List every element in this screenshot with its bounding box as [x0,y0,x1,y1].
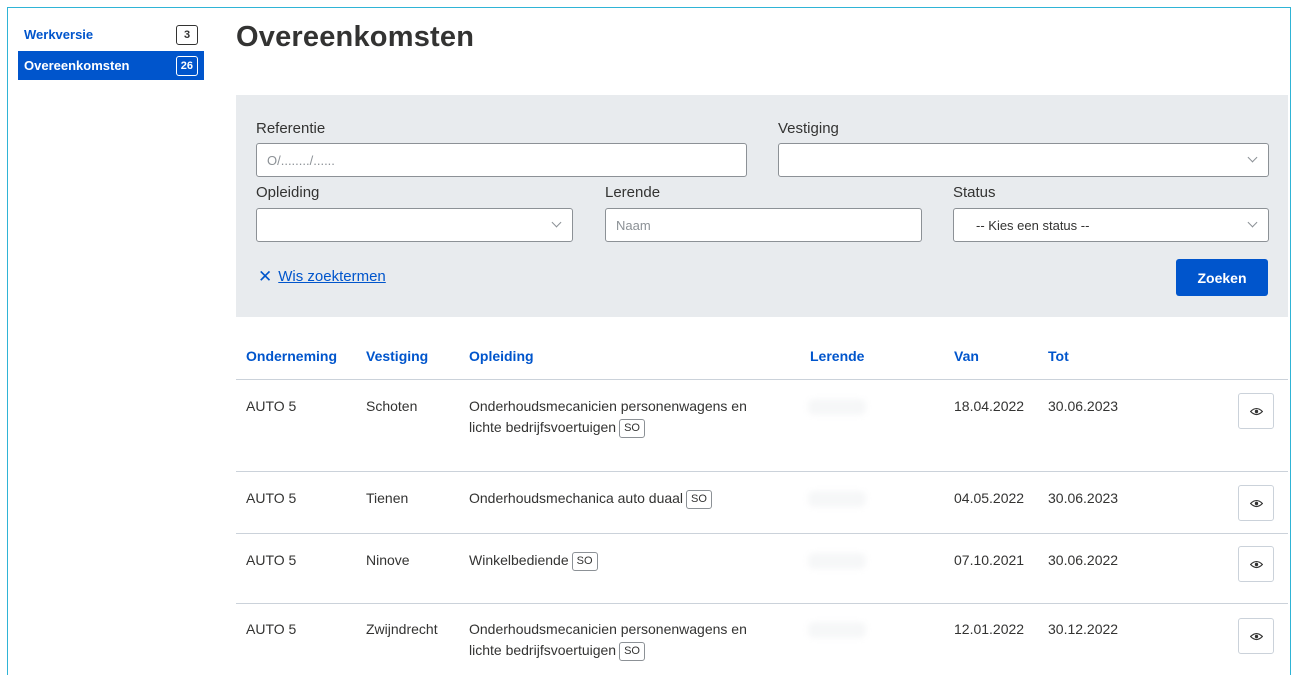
cell-van: 07.10.2021 [954,552,1025,568]
referentie-input[interactable]: O/......../...... [256,143,747,177]
cell-van: 18.04.2022 [954,398,1025,414]
sidebar-item-label: Werkversie [24,27,94,42]
cell-vestiging: Tienen [366,490,409,506]
table-row[interactable]: AUTO 5 Ninove Winkelbediende SO 07.10.202… [236,534,1288,604]
opleiding-line-2: lichte bedrijfsvoertuigen [469,419,617,435]
sidebar-item-label: Overeenkomsten [24,58,130,73]
search-button[interactable]: Zoeken [1176,259,1268,296]
column-header-lerende[interactable]: Lerende [810,348,864,364]
cell-opleiding: Winkelbediende SO [469,550,598,571]
filter-panel: Referentie O/......../...... Vestiging O… [236,95,1288,317]
cell-onderneming: AUTO 5 [246,398,297,414]
cell-van: 12.01.2022 [954,621,1025,637]
cell-onderneming: AUTO 5 [246,490,297,506]
column-header-opleiding[interactable]: Opleiding [469,348,534,364]
lerende-input[interactable]: Naam [605,208,922,242]
cell-vestiging: Schoten [366,398,418,414]
cell-onderneming: AUTO 5 [246,552,297,568]
cell-onderneming: AUTO 5 [246,621,297,637]
table-row[interactable]: AUTO 5 Zwijndrecht Onderhoudsmecanicien … [236,604,1288,675]
vestiging-select[interactable] [778,143,1269,177]
page-title: Overeenkomsten [236,21,475,53]
cell-vestiging: Zwijndrecht [366,621,438,637]
cell-tot: 30.06.2023 [1048,490,1119,506]
status-value: -- Kies een status -- [976,217,1090,233]
eye-icon [1249,632,1263,640]
opleiding-line-1: Onderhoudsmecanicien personenwagens en [469,621,747,637]
status-select[interactable]: -- Kies een status -- [953,208,1269,242]
redacted-lerende [808,491,866,507]
opleiding-line-2: lichte bedrijfsvoertuigen [469,642,617,658]
view-button[interactable] [1238,485,1274,521]
opleiding-line-1: Winkelbediende [469,552,569,568]
count-badge: 3 [176,24,198,45]
count-badge: 26 [175,55,198,76]
chevron-down-icon [1247,217,1258,228]
cell-vestiging: Ninove [366,552,410,568]
table-row[interactable]: AUTO 5 Schoten Onderhoudsmecanicien pers… [236,381,1288,472]
sidebar: Werkversie 3 Overeenkomsten 26 [18,20,204,80]
table-row[interactable]: AUTO 5 Tienen Onderhoudsmechanica auto d… [236,472,1288,534]
vestiging-label: Vestiging [778,120,839,137]
cell-tot: 30.06.2023 [1048,398,1119,414]
clear-search-label: Wis zoektermen [278,268,386,285]
opleiding-label: Opleiding [256,184,320,201]
cell-tot: 30.06.2022 [1048,552,1119,568]
so-tag: SO [686,489,712,509]
opleiding-line-1: Onderhoudsmechanica auto duaal [469,490,684,506]
so-tag: SO [619,641,645,661]
view-button[interactable] [1238,546,1274,582]
status-label: Status [953,184,996,201]
chevron-down-icon [1247,152,1258,163]
sidebar-item-overeenkomsten[interactable]: Overeenkomsten 26 [18,51,204,80]
opleiding-line-1: Onderhoudsmecanicien personenwagens en [469,398,747,414]
lerende-label: Lerende [605,184,661,201]
column-header-tot[interactable]: Tot [1048,348,1069,364]
column-header-vestiging[interactable]: Vestiging [366,348,428,364]
so-tag: SO [619,418,645,438]
cell-opleiding: Onderhoudsmechanica auto duaal SO [469,488,712,509]
cell-tot: 30.12.2022 [1048,621,1119,637]
eye-icon [1249,499,1263,507]
view-button[interactable] [1238,618,1274,654]
clear-search-link[interactable]: ✕ Wis zoektermen [258,268,386,285]
cell-opleiding: Onderhoudsmecanicien personenwagens en l… [469,619,747,661]
eye-icon [1249,407,1263,415]
table-header: Onderneming Vestiging Opleiding Lerende … [236,338,1288,380]
column-header-onderneming[interactable]: Onderneming [246,348,337,364]
close-icon: ✕ [258,267,273,286]
redacted-lerende [808,553,866,569]
sidebar-item-werkversie[interactable]: Werkversie 3 [18,20,204,49]
opleiding-select[interactable] [256,208,573,242]
column-header-van[interactable]: Van [954,348,979,364]
redacted-lerende [808,622,866,638]
referentie-label: Referentie [256,120,326,137]
chevron-down-icon [551,217,562,228]
so-tag: SO [571,551,598,571]
cell-opleiding: Onderhoudsmecanicien personenwagens en l… [469,396,747,438]
redacted-lerende [808,399,866,415]
view-button[interactable] [1238,393,1274,429]
eye-icon [1249,560,1263,568]
cell-van: 04.05.2022 [954,490,1025,506]
